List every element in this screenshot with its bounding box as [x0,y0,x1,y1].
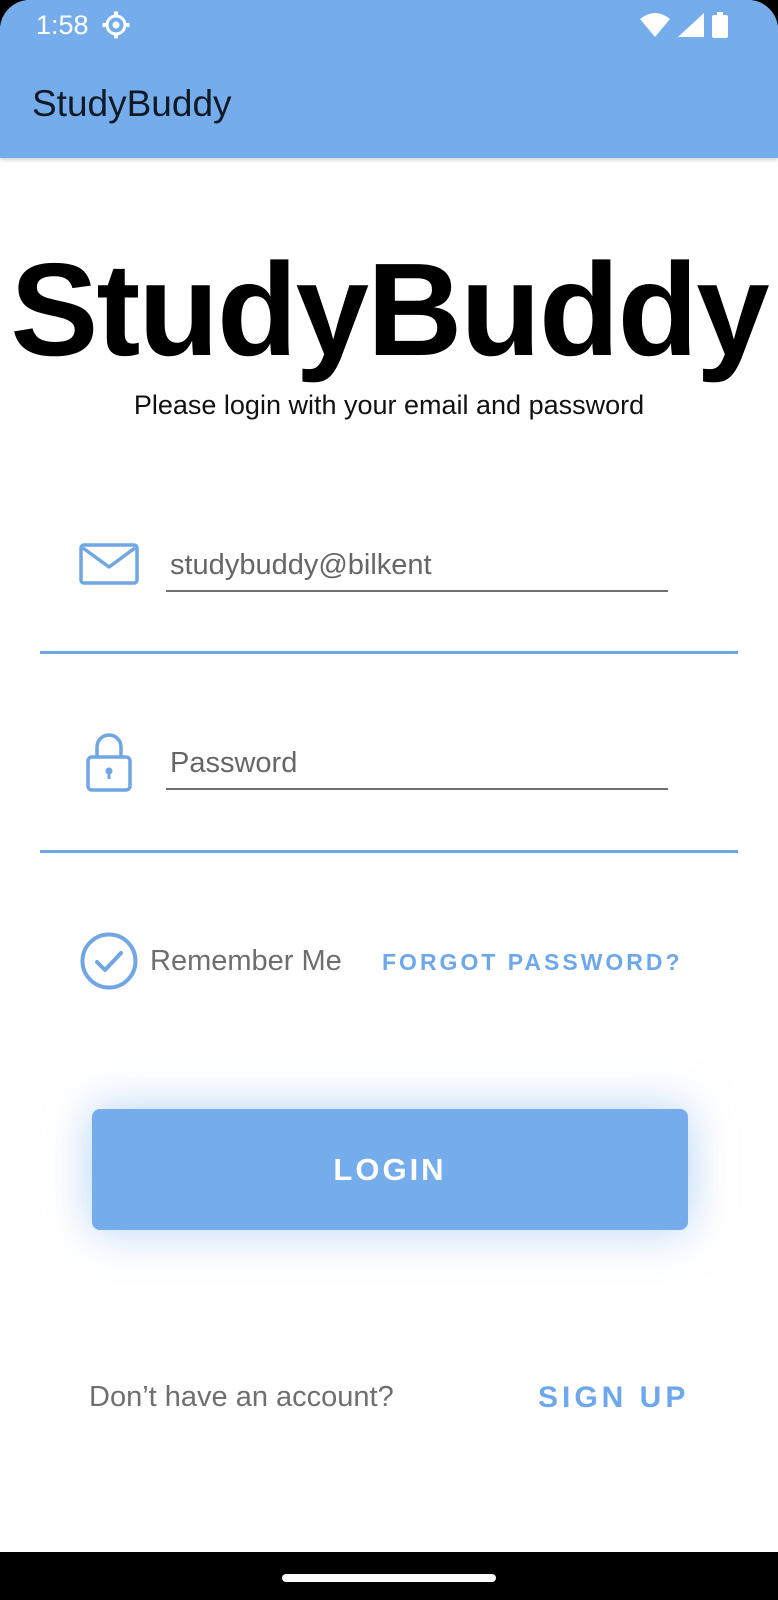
email-divider [40,651,738,654]
home-gesture-handle[interactable] [282,1574,496,1582]
wifi-icon [640,13,670,37]
lock-icon [86,733,132,792]
email-input[interactable] [166,540,668,592]
status-icons [640,10,728,40]
settings-icon [102,11,130,39]
login-screen: 1:58 StudyBuddy StudyBuddy Please login … [0,0,778,1552]
login-instructions: Please login with your email and passwor… [133,390,645,420]
status-time: 1:58 [36,10,89,40]
forgot-password-link[interactable]: FORGOT PASSWORD? [382,948,683,976]
mail-icon [79,543,139,585]
no-account-prompt: Don’t have an account? [89,1381,394,1413]
login-button[interactable]: LOGIN [92,1109,688,1230]
brand-title: StudyBuddy [10,236,769,383]
remember-me-checkbox[interactable] [80,932,138,990]
sign-up-link[interactable]: SIGN UP [538,1380,689,1416]
password-divider [40,850,738,853]
remember-me-label[interactable]: Remember Me [150,942,342,980]
app-bar: 1:58 StudyBuddy [0,0,778,158]
login-button-label: LOGIN [333,1151,447,1187]
battery-icon [712,12,728,38]
cell-signal-icon [678,13,704,37]
password-input[interactable] [166,738,668,790]
app-bar-title: StudyBuddy [32,83,232,124]
